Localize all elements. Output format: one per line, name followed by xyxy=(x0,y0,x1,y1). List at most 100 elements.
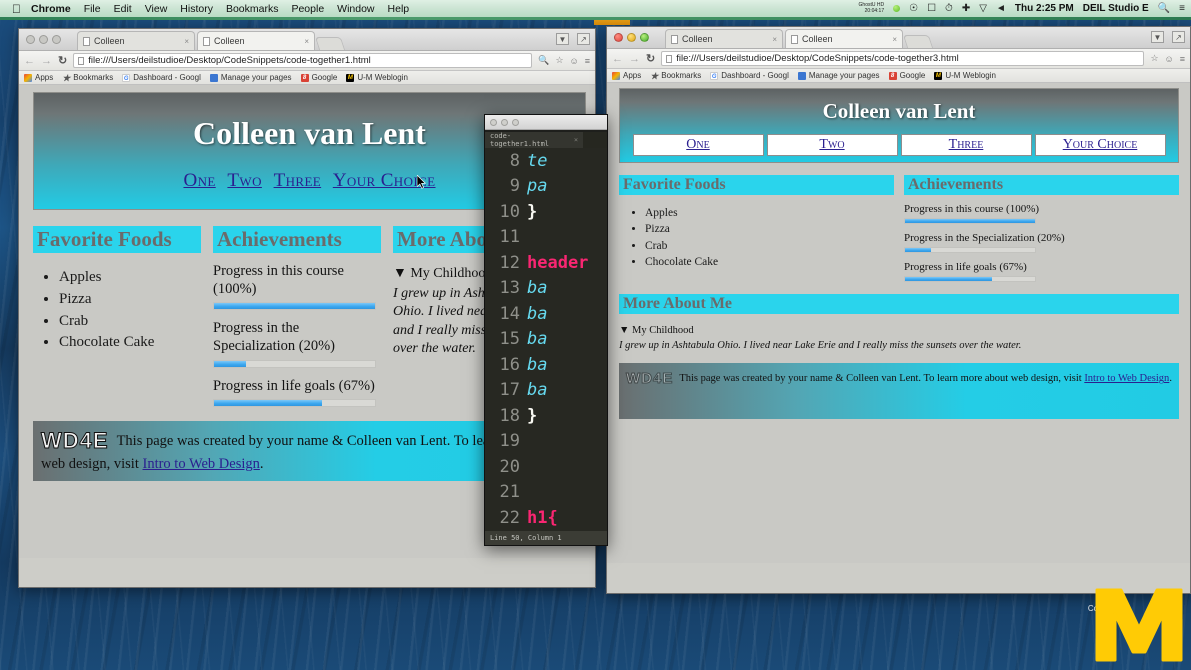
star-outline-icon[interactable]: ☆ xyxy=(555,55,563,66)
nav-link-two[interactable]: Two xyxy=(766,134,898,156)
right-tab-strip[interactable]: Colleen × Colleen × xyxy=(665,29,934,48)
search-icon[interactable]: 🔍 xyxy=(1158,3,1170,14)
menu-item-view[interactable]: View xyxy=(145,3,168,15)
footer-link-intro-web-design[interactable]: Intro to Web Design xyxy=(1084,373,1169,384)
download-icon[interactable]: ▼ xyxy=(1151,31,1164,43)
nav-link-your-choice[interactable]: Your Choice xyxy=(1034,134,1166,156)
bookmark-bookmarks[interactable]: ★ Bookmarks xyxy=(650,71,701,80)
right-window-traffic-lights[interactable] xyxy=(614,33,649,42)
nav-link-three[interactable]: Three xyxy=(274,170,322,191)
code-editor-window[interactable]: code-together1.html × 8 te 9 pa 10 } 11 12 he… xyxy=(484,114,608,546)
menu-bar-clock[interactable]: Thu 2:25 PM xyxy=(1015,3,1074,14)
tab-close-icon[interactable]: × xyxy=(772,35,777,44)
left-browser-tab-1[interactable]: Colleen × xyxy=(77,31,195,50)
right-window-controls[interactable]: ▼ ↗ xyxy=(1151,31,1185,43)
close-icon[interactable] xyxy=(614,33,623,42)
childhood-summary[interactable]: ▼ My Childhood xyxy=(619,323,1179,338)
back-arrow-icon[interactable]: ← xyxy=(24,55,35,67)
close-icon[interactable] xyxy=(490,119,497,126)
airplay-icon[interactable]: ☉ xyxy=(909,3,918,14)
minimize-icon[interactable] xyxy=(39,35,48,44)
left-tab-strip[interactable]: Colleen × Colleen × xyxy=(77,31,346,50)
user-icon[interactable]: ☺ xyxy=(570,56,579,66)
menu-item-edit[interactable]: Edit xyxy=(114,3,132,15)
right-bookmarks-bar[interactable]: Apps ★ Bookmarks G Dashboard - Googl Man… xyxy=(607,69,1190,83)
download-icon[interactable]: ▼ xyxy=(556,33,569,45)
bookmark-umich-weblogin[interactable]: M U-M Weblogin xyxy=(346,73,408,82)
right-browser-tab-1[interactable]: Colleen × xyxy=(665,29,783,48)
menu-item-help[interactable]: Help xyxy=(388,3,410,15)
maximize-icon[interactable] xyxy=(512,119,519,126)
nav-link-one[interactable]: One xyxy=(632,134,764,156)
bookmark-manage-pages[interactable]: Manage your pages xyxy=(209,73,292,82)
minimize-icon[interactable] xyxy=(501,119,508,126)
bookmark-google[interactable]: 8 Google xyxy=(888,71,925,80)
childhood-details[interactable]: ▼ My Childhood I grew up in Ashtabula Oh… xyxy=(619,323,1179,353)
zoom-icon[interactable]: 🔍 xyxy=(538,55,549,66)
tab-close-icon[interactable]: × xyxy=(892,35,897,44)
left-window-titlebar[interactable]: Colleen × Colleen × ▼ ↗ xyxy=(19,29,595,51)
wifi-icon[interactable]: ▽ xyxy=(979,3,987,14)
editor-tab-code-together1[interactable]: code-together1.html × xyxy=(485,132,584,148)
right-omnibar[interactable]: ← → ↻ file:///Users/deilstudioe/Desktop/… xyxy=(607,49,1190,69)
maximize-icon[interactable] xyxy=(640,33,649,42)
right-window-titlebar[interactable]: Colleen × Colleen × ▼ ↗ xyxy=(607,27,1190,49)
reload-icon[interactable]: ↻ xyxy=(58,54,67,67)
disclosure-triangle-icon[interactable]: ▼ xyxy=(393,266,407,281)
new-tab-button[interactable] xyxy=(314,37,346,50)
right-url-input[interactable]: file:///Users/deilstudioe/Desktop/CodeSn… xyxy=(661,51,1145,66)
disclosure-triangle-icon[interactable]: ▼ xyxy=(619,325,629,336)
footer-link-intro-web-design[interactable]: Intro to Web Design xyxy=(143,456,260,472)
bookmark-apps[interactable]: Apps xyxy=(24,73,53,82)
editor-tab-strip[interactable]: code-together1.html × xyxy=(485,130,607,148)
left-window-controls[interactable]: ▼ ↗ xyxy=(556,33,590,45)
hamburger-menu-icon[interactable]: ≡ xyxy=(1180,54,1185,64)
left-browser-tab-2[interactable]: Colleen × xyxy=(197,31,315,50)
minimize-icon[interactable] xyxy=(627,33,636,42)
lock-icon[interactable] xyxy=(893,5,901,12)
bookmark-google[interactable]: 8 Google xyxy=(300,73,337,82)
volume-icon[interactable]: ◄ xyxy=(996,3,1006,14)
forward-arrow-icon[interactable]: → xyxy=(629,53,640,65)
menu-item-people[interactable]: People xyxy=(291,3,324,15)
bookmark-bookmarks[interactable]: ★ Bookmarks xyxy=(62,73,113,82)
browser-window-right[interactable]: Colleen × Colleen × ▼ ↗ ← → ↻ file:///Us… xyxy=(606,26,1191,594)
right-page-nav[interactable]: One Two Three Your Choice xyxy=(620,134,1178,156)
bookmark-umich-weblogin[interactable]: M U-M Weblogin xyxy=(934,71,996,80)
notification-center-icon[interactable]: ≡ xyxy=(1179,3,1185,14)
nav-link-three[interactable]: Three xyxy=(900,134,1032,156)
bookmark-dashboard[interactable]: G Dashboard - Googl xyxy=(122,73,201,82)
left-window-traffic-lights[interactable] xyxy=(26,35,61,44)
tab-close-icon[interactable]: × xyxy=(574,136,578,144)
nav-link-one[interactable]: One xyxy=(183,170,215,191)
bookmark-manage-pages[interactable]: Manage your pages xyxy=(797,71,880,80)
right-browser-tab-2[interactable]: Colleen × xyxy=(785,29,903,48)
menu-item-history[interactable]: History xyxy=(180,3,213,15)
fullscreen-icon[interactable]: ↗ xyxy=(1172,31,1185,43)
close-icon[interactable] xyxy=(26,35,35,44)
fullscreen-icon[interactable]: ↗ xyxy=(577,33,590,45)
apple-icon[interactable]:  xyxy=(12,3,21,15)
bookmark-apps[interactable]: Apps xyxy=(612,71,641,80)
reload-icon[interactable]: ↻ xyxy=(646,52,655,65)
forward-arrow-icon[interactable]: → xyxy=(41,55,52,67)
editor-code-area[interactable]: 8 te 9 pa 10 } 11 12 header 13 ba 14 ba 15 ba 16 … xyxy=(485,148,607,531)
hamburger-menu-icon[interactable]: ≡ xyxy=(585,56,590,66)
menu-bar-user[interactable]: DEIL Studio E xyxy=(1083,3,1149,14)
tab-close-icon[interactable]: × xyxy=(184,37,189,46)
bookmark-dashboard[interactable]: G Dashboard - Googl xyxy=(710,71,789,80)
bluetooth-icon[interactable]: ✚ xyxy=(962,3,970,14)
nav-link-two[interactable]: Two xyxy=(227,170,261,191)
star-outline-icon[interactable]: ☆ xyxy=(1150,53,1158,64)
screen-icon[interactable]: ☐ xyxy=(927,3,936,14)
right-page-viewport[interactable]: Colleen van Lent One Two Three Your Choi… xyxy=(607,83,1190,563)
editor-titlebar[interactable] xyxy=(485,115,607,130)
editor-tab-secondary[interactable] xyxy=(583,132,607,148)
back-arrow-icon[interactable]: ← xyxy=(612,53,623,65)
menu-item-bookmarks[interactable]: Bookmarks xyxy=(226,3,279,15)
menu-item-chrome[interactable]: Chrome xyxy=(31,3,71,15)
left-bookmarks-bar[interactable]: Apps ★ Bookmarks G Dashboard - Googl Man… xyxy=(19,71,595,85)
left-url-input[interactable]: file:///Users/deilstudioe/Desktop/CodeSn… xyxy=(73,53,533,68)
tab-close-icon[interactable]: × xyxy=(304,37,309,46)
user-icon[interactable]: ☺ xyxy=(1165,54,1174,64)
